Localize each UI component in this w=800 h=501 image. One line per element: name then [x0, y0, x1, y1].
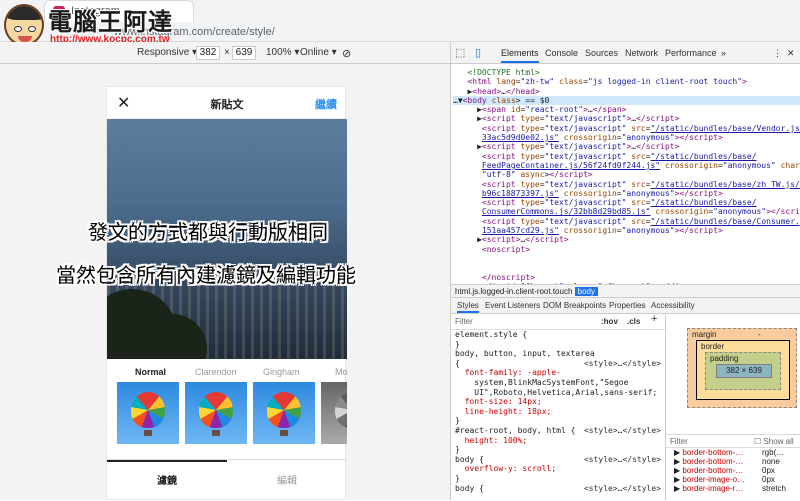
style-source[interactable]: <style>…</style>	[584, 455, 665, 465]
computed-row[interactable]: ▶ border-bottom-… rgb(…	[666, 448, 800, 457]
style-line: #react-root, body, html {<style>…</style…	[451, 426, 665, 436]
filter-label-clarendon[interactable]: Clarendon	[195, 367, 237, 377]
post-title: 新貼文	[210, 99, 244, 111]
tab-sources[interactable]: Sources	[585, 48, 618, 58]
cls-toggle[interactable]: .cls	[627, 317, 640, 327]
tab-styles[interactable]: Styles	[457, 301, 479, 313]
style-source[interactable]: <style>…</style>	[584, 426, 665, 436]
rotate-icon[interactable]: ⊘	[342, 47, 351, 60]
tab-dom-breakpoints[interactable]: DOM Breakpoints	[543, 301, 606, 310]
box-margin: margin - border padding 382 × 639	[687, 328, 797, 408]
computed-row[interactable]: ▶ border-image-r… stretch	[666, 484, 800, 493]
inspect-icon[interactable]: ⬚	[455, 46, 465, 59]
devtools-panel: ⬚ ▯ Elements Console Sources Network Per…	[450, 42, 800, 500]
style-source[interactable]: <style>…</style>	[584, 359, 665, 369]
filter-label-normal[interactable]: Normal	[135, 367, 166, 377]
box-content: 382 × 639	[716, 364, 772, 378]
height-input[interactable]: 639	[232, 46, 256, 60]
style-line: font-size: 14px;	[455, 397, 542, 407]
tab-elements[interactable]: Elements	[501, 48, 539, 63]
tab-network[interactable]: Network	[625, 48, 658, 58]
post-header: ✕ 新貼文 繼續	[107, 87, 347, 119]
elements-tree[interactable]: <!DOCTYPE html> <html lang="zh-tw" class…	[451, 64, 800, 308]
style-line: height: 100%;	[455, 435, 528, 445]
style-line: overflow-y: scroll;	[455, 464, 557, 474]
filter-thumb-mo[interactable]	[321, 382, 347, 444]
computed-filter[interactable]: Filter	[670, 437, 688, 446]
tab-filter[interactable]: 濾鏡	[107, 472, 227, 487]
filter-names: Normal Clarendon Gingham Mo	[107, 365, 348, 381]
style-line: font-family: -apple-	[455, 368, 561, 378]
filter-thumb-clarendon[interactable]	[185, 382, 247, 444]
computed-row[interactable]: ▶ border-image-o… 0px	[666, 475, 800, 484]
computed-row[interactable]: ▶ border-bottom-… 0px	[666, 466, 800, 475]
style-source[interactable]: <style>…</style>	[584, 484, 665, 494]
styles-filter-placeholder: Filter	[455, 317, 473, 326]
tab-event-listeners[interactable]: Event Listeners	[485, 301, 540, 310]
next-button[interactable]: 繼續	[315, 96, 337, 112]
caption-line-2: 當然包含所有內建濾鏡及編輯功能	[56, 263, 356, 287]
filter-label-gingham[interactable]: Gingham	[263, 367, 300, 377]
style-line: body {<style>…</style>	[451, 455, 665, 465]
menu-icon[interactable]: ⋮	[773, 48, 782, 59]
tab-properties[interactable]: Properties	[609, 301, 645, 310]
device-toolbar: Responsive ▾ 382 × 639 100% ▾ Online ▾ ⊘	[0, 42, 450, 64]
network-select[interactable]: Online ▾	[300, 47, 337, 58]
show-all-checkbox[interactable]: ☐ Show all	[754, 437, 794, 446]
style-line: line-height: 18px;	[455, 406, 552, 416]
style-line: UI",Roboto,Helvetica,Arial,sans-serif;	[455, 387, 658, 397]
style-line: system,BlinkMacSystemFont,"Segoe	[455, 377, 629, 387]
style-line: }	[455, 339, 460, 349]
device-toggle-icon[interactable]: ▯	[475, 46, 481, 59]
style-line: }	[455, 445, 460, 455]
style-line: body, button, input, textarea <style>…</s…	[451, 349, 665, 368]
tab-performance[interactable]: Performance	[665, 48, 717, 58]
style-line: }	[455, 473, 460, 483]
filter-thumb-gingham[interactable]	[253, 382, 315, 444]
breadcrumb-html[interactable]: html.js.logged-in.client-root.touch	[455, 287, 572, 296]
computed-row[interactable]: ▶ border-bottom-… none	[666, 457, 800, 466]
styles-filter[interactable]: Filter :hov .cls +	[451, 314, 665, 330]
hov-toggle[interactable]: :hov	[601, 317, 618, 327]
mascot-face-icon	[4, 4, 44, 46]
breadcrumb: html.js.logged-in.client-root.touch body	[451, 284, 800, 298]
filter-label-mo[interactable]: Mo	[335, 367, 348, 377]
instagram-post-screen: ✕ 新貼文 繼續 Normal Clarendon Gingham Mo 濾鏡 …	[106, 86, 348, 501]
styles-pane[interactable]: Filter :hov .cls + element.style { } bod…	[451, 314, 666, 500]
devtools-tabs: ⬚ ▯ Elements Console Sources Network Per…	[451, 42, 800, 64]
caption-line-1: 發文的方式都與行動版相同	[88, 220, 328, 244]
more-tabs-icon[interactable]: »	[721, 48, 726, 58]
filter-thumb-normal[interactable]	[117, 382, 179, 444]
width-input[interactable]: 382	[196, 46, 220, 60]
style-line: }	[455, 416, 460, 426]
tab-console[interactable]: Console	[545, 48, 578, 58]
breadcrumb-body[interactable]: body	[574, 287, 598, 296]
box-padding: padding 382 × 639	[705, 352, 781, 390]
watermark-title: 電腦王阿達	[48, 8, 173, 36]
tab-accessibility[interactable]: Accessibility	[651, 301, 695, 310]
styles-subtabs: Styles Event Listeners DOM Breakpoints P…	[451, 298, 800, 314]
times-sign: ×	[224, 47, 230, 58]
add-rule-icon[interactable]: +	[651, 314, 657, 325]
box-border: border padding 382 × 639	[696, 340, 790, 400]
zoom-select[interactable]: 100% ▾	[266, 47, 299, 58]
computed-pane[interactable]: Filter ☐ Show all ▶ border-bottom-… rgb(……	[666, 434, 800, 500]
style-line: element.style {	[455, 330, 528, 339]
tab-edit[interactable]: 編輯	[227, 472, 347, 487]
device-select[interactable]: Responsive ▾	[137, 47, 197, 58]
bottom-tabs: 濾鏡 編輯	[107, 459, 347, 501]
style-line: body {<style>…</style>	[451, 484, 665, 494]
active-tab-indicator	[107, 460, 227, 462]
close-devtools-icon[interactable]: ✕	[787, 48, 795, 59]
box-model: margin - border padding 382 × 639	[666, 314, 800, 434]
